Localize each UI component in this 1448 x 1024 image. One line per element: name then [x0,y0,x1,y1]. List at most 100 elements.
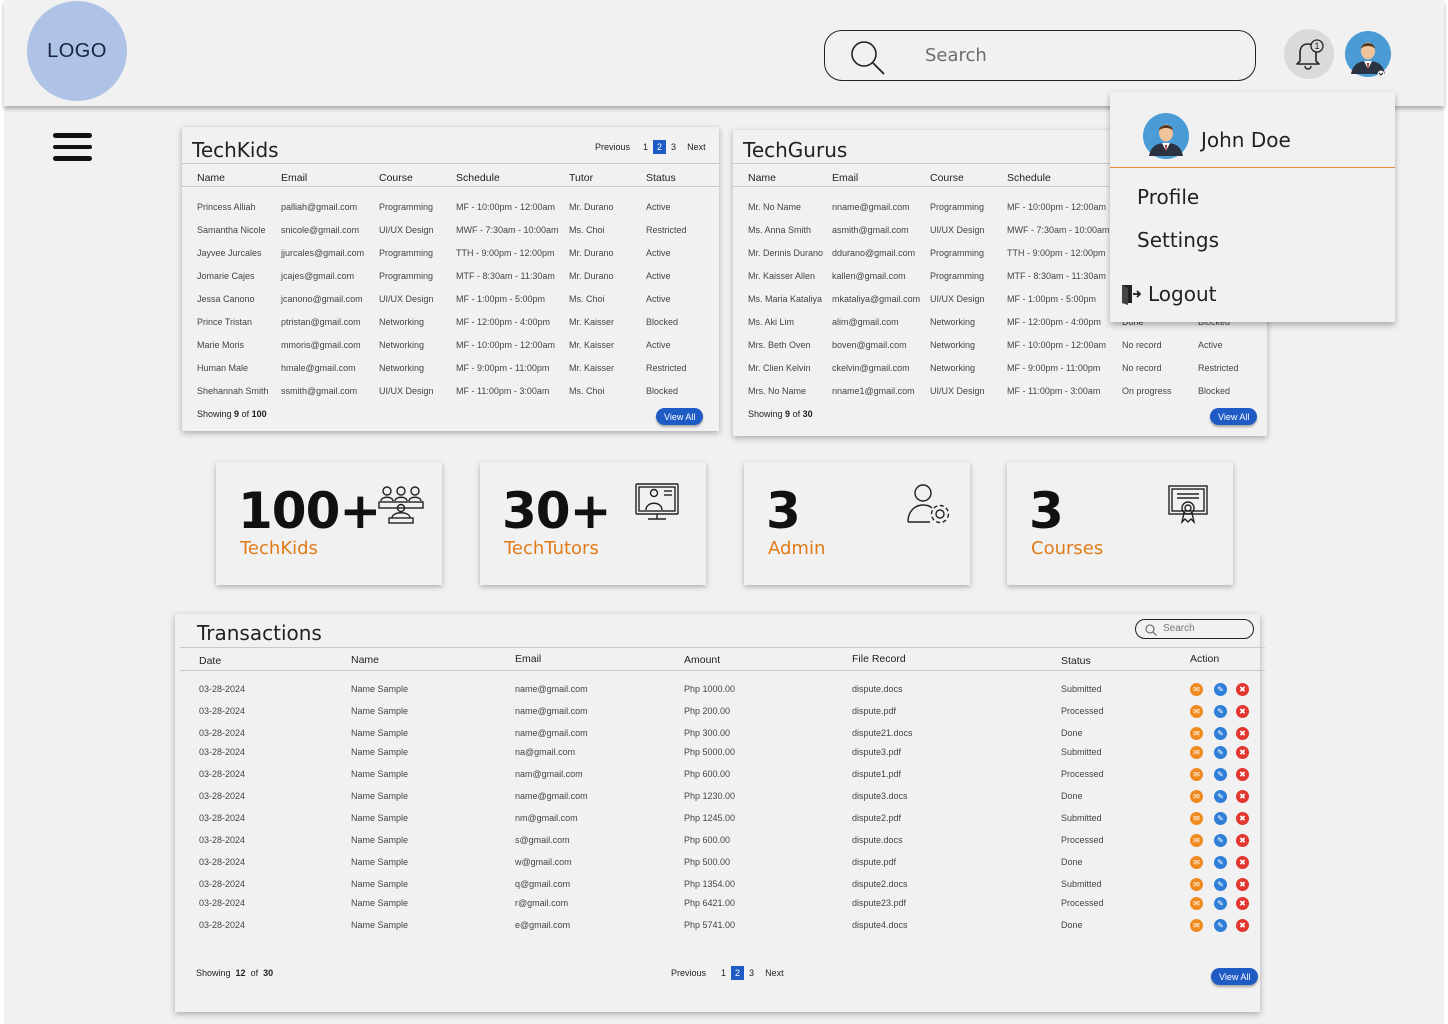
table-cell: Ms. Aki Lim [748,317,795,327]
edit-icon[interactable]: ✎ [1214,683,1227,696]
mail-icon[interactable]: ✉ [1190,834,1203,847]
transactions-showing: Showing 12 of 30 [196,968,274,978]
menu-toggle-icon[interactable] [53,133,93,163]
notification-button[interactable]: 1 [1284,29,1334,79]
menu-item-profile[interactable]: Profile [1137,185,1199,209]
table-cell: 03-28-2024 [199,920,246,930]
table-cell: Programming [379,248,434,258]
table-cell: UI/UX Design [930,294,985,304]
table-cell: On progress [1122,386,1172,396]
pager-page[interactable]: 1 [641,141,650,153]
stat-card-admin[interactable]: 3 Admin [744,462,970,585]
table-cell: Done [1061,791,1083,801]
pager-page[interactable]: 3 [747,967,756,979]
table-cell: Mr. Kaisser [569,317,615,327]
mail-icon[interactable]: ✉ [1190,790,1203,803]
divider [182,163,719,164]
divider [180,647,1265,648]
table-cell: name@gmail.com [515,706,588,716]
pager-page-active[interactable]: 2 [653,140,667,154]
edit-icon[interactable]: ✎ [1214,790,1227,803]
mail-icon[interactable]: ✉ [1190,705,1203,718]
table-cell: 03-28-2024 [199,747,246,757]
edit-icon[interactable]: ✎ [1214,919,1227,932]
table-cell: Php 6421.00 [684,898,736,908]
trash-icon[interactable]: ✖ [1236,768,1249,781]
mail-icon[interactable]: ✉ [1190,746,1203,759]
pager-previous[interactable]: Previous [593,141,632,153]
column-header: Name [197,172,226,184]
pager-page[interactable]: 1 [719,967,728,979]
trash-icon[interactable]: ✖ [1236,727,1249,740]
table-cell: Mr. No Name [748,202,802,212]
table-cell: dispute23.pdf [852,898,907,908]
table-cell: Mr. Durano [569,248,614,258]
table-cell: r@gmail.com [515,898,569,908]
edit-icon[interactable]: ✎ [1214,705,1227,718]
edit-icon[interactable]: ✎ [1214,856,1227,869]
transactions-view-all-button[interactable]: View All [1211,968,1259,985]
edit-icon[interactable]: ✎ [1214,768,1227,781]
pager-previous[interactable]: Previous [669,967,708,979]
edit-icon[interactable]: ✎ [1214,727,1227,740]
mail-icon[interactable]: ✉ [1190,812,1203,825]
trash-icon[interactable]: ✖ [1236,856,1249,869]
transactions-search-input[interactable]: Search [1135,619,1254,639]
table-cell: dispute.docs [852,835,903,845]
stat-card-techkids[interactable]: 100+ TechKids [216,462,442,585]
trash-icon[interactable]: ✖ [1236,790,1249,803]
pager-page-active[interactable]: 2 [731,966,745,980]
stat-card-techtutors[interactable]: 30+ TechTutors [480,462,706,585]
edit-icon[interactable]: ✎ [1214,897,1227,910]
table-cell: MWF - 7:30am - 10:00am [456,225,559,235]
techkids-view-all-button[interactable]: View All [656,408,704,425]
mail-icon[interactable]: ✉ [1190,768,1203,781]
divider [182,186,719,187]
table-cell: q@gmail.com [515,879,571,889]
user-avatar[interactable] [1344,30,1392,78]
table-cell: Marie Moris [197,340,245,350]
table-cell: Name Sample [351,769,409,779]
trash-icon[interactable]: ✖ [1236,834,1249,847]
edit-icon[interactable]: ✎ [1214,834,1227,847]
trash-icon[interactable]: ✖ [1236,897,1249,910]
mail-icon[interactable]: ✉ [1190,919,1203,932]
techkids-showing: Showing 9 of 100 [197,409,267,419]
pager-next[interactable]: Next [763,967,786,979]
trash-icon[interactable]: ✖ [1236,812,1249,825]
techgurus-view-all-button[interactable]: View All [1210,408,1258,425]
mail-icon[interactable]: ✉ [1190,856,1203,869]
search-bar[interactable]: Search [824,30,1256,81]
logo[interactable]: LOGO [27,1,127,101]
mail-icon[interactable]: ✉ [1190,878,1203,891]
trash-icon[interactable]: ✖ [1236,878,1249,891]
edit-icon[interactable]: ✎ [1214,746,1227,759]
table-cell: UI/UX Design [379,386,434,396]
table-cell: dispute.pdf [852,706,897,716]
table-cell: Php 500.00 [684,857,731,867]
stat-value: 3 [1029,482,1064,540]
menu-item-logout[interactable]: Logout [1120,282,1216,306]
trash-icon[interactable]: ✖ [1236,683,1249,696]
trash-icon[interactable]: ✖ [1236,746,1249,759]
table-cell: na@gmail.com [515,747,576,757]
table-cell: jcajes@gmail.com [281,271,355,281]
table-cell: Programming [930,271,985,281]
table-cell: MTF - 8:30am - 11:30am [1007,271,1106,281]
edit-icon[interactable]: ✎ [1214,812,1227,825]
pager-page[interactable]: 3 [669,141,678,153]
table-cell: Networking [930,317,976,327]
menu-item-settings[interactable]: Settings [1137,228,1219,252]
pager-next[interactable]: Next [685,141,708,153]
table-cell: Ms. Choi [569,386,605,396]
table-cell: MF - 9:00pm - 11:00pm [456,363,550,373]
table-cell: palliah@gmail.com [281,202,358,212]
mail-icon[interactable]: ✉ [1190,683,1203,696]
mail-icon[interactable]: ✉ [1190,897,1203,910]
edit-icon[interactable]: ✎ [1214,878,1227,891]
stat-value: 3 [766,482,801,540]
trash-icon[interactable]: ✖ [1236,919,1249,932]
mail-icon[interactable]: ✉ [1190,727,1203,740]
stat-card-courses[interactable]: 3 Courses [1007,462,1233,585]
trash-icon[interactable]: ✖ [1236,705,1249,718]
